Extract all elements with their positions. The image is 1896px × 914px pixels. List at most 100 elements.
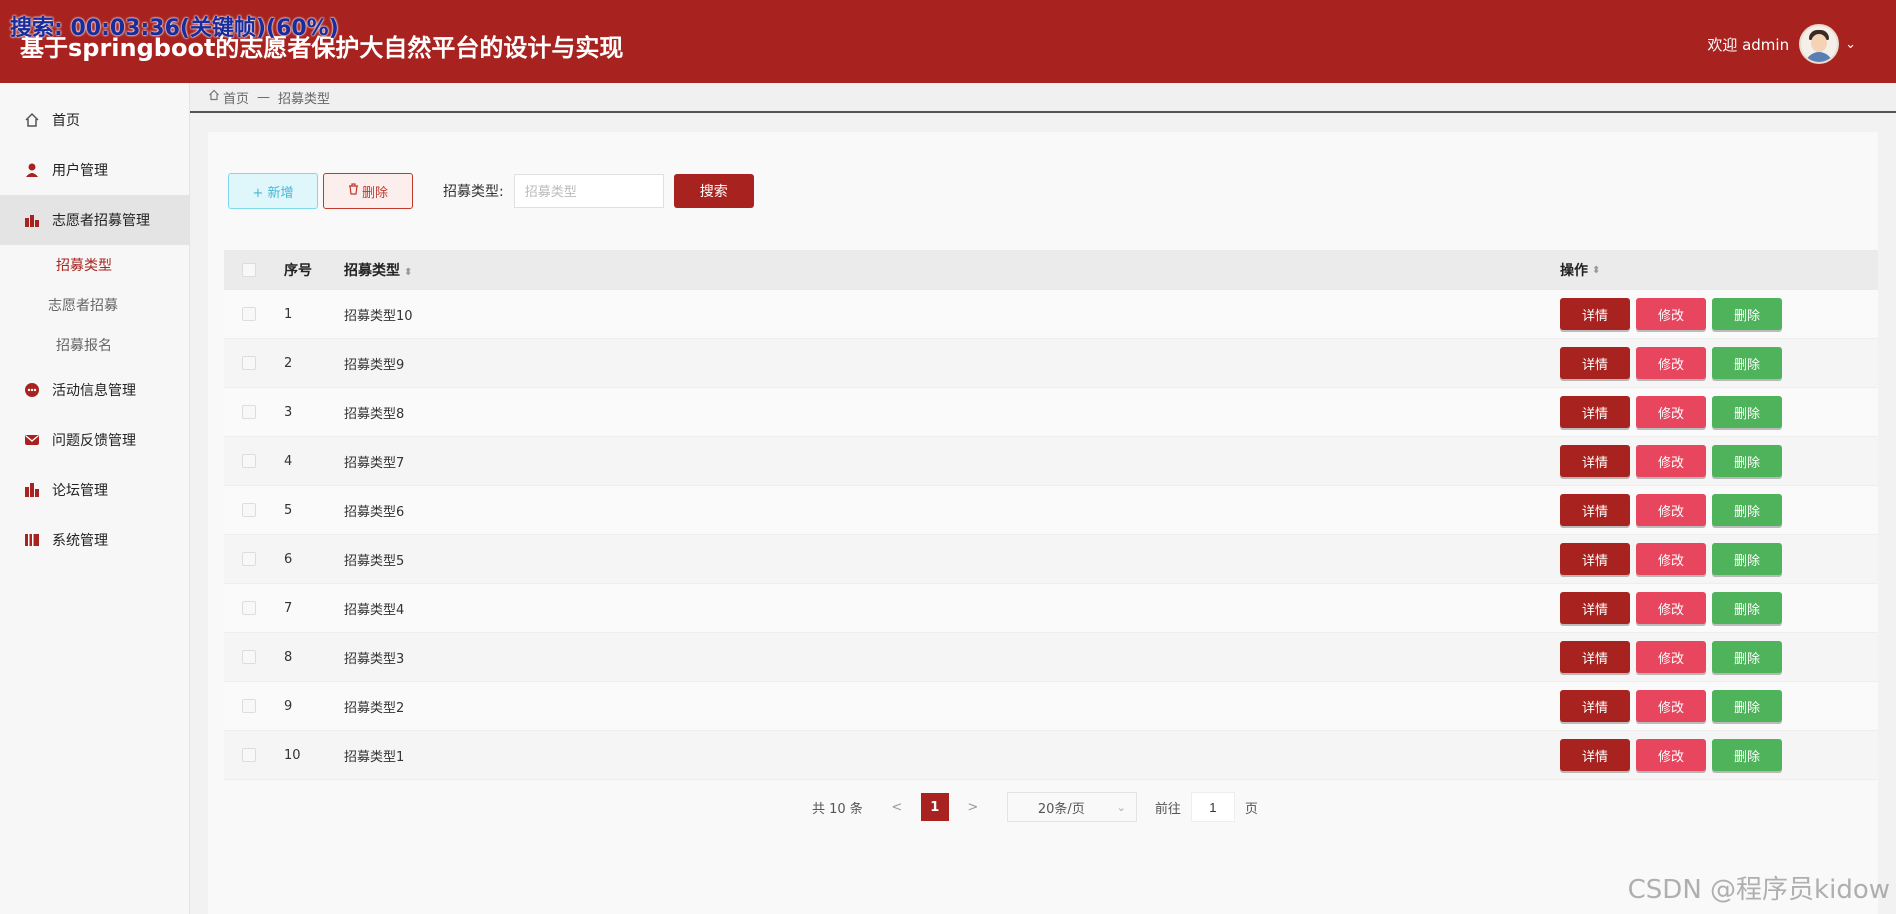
edit-button[interactable]: 修改	[1636, 347, 1706, 379]
edit-button[interactable]: 修改	[1636, 445, 1706, 477]
edit-button[interactable]: 修改	[1636, 592, 1706, 624]
row-checkbox[interactable]	[242, 552, 256, 566]
delete-button[interactable]: 删除	[1712, 592, 1782, 624]
row-index: 10	[284, 747, 301, 763]
forum-icon	[24, 482, 40, 498]
chevron-down-icon[interactable]: ⌄	[1845, 37, 1856, 52]
search-input[interactable]	[513, 174, 664, 208]
sidebar-subitem-volunteer-recruit[interactable]: 志愿者招募	[0, 285, 189, 325]
detail-button[interactable]: 详情	[1560, 641, 1630, 673]
sidebar-item-home[interactable]: 首页	[0, 95, 189, 145]
sidebar-item-label: 活动信息管理	[52, 383, 136, 399]
sidebar-item-label: 系统管理	[52, 533, 108, 549]
detail-button[interactable]: 详情	[1560, 739, 1630, 771]
row-actions: 详情 修改 删除	[1560, 298, 1870, 330]
row-checkbox[interactable]	[242, 307, 256, 321]
page-1-button[interactable]: 1	[920, 793, 949, 821]
trash-icon	[348, 183, 359, 199]
row-actions: 详情 修改 删除	[1560, 347, 1870, 379]
home-icon[interactable]	[208, 89, 220, 105]
sidebar-item-forum[interactable]: 论坛管理	[0, 465, 189, 515]
delete-button[interactable]: 删除	[1712, 494, 1782, 526]
delete-button[interactable]: 删除	[1712, 396, 1782, 428]
row-index: 6	[284, 551, 293, 567]
row-checkbox[interactable]	[242, 454, 256, 468]
page-size-select[interactable]: 20条/页 ⌄	[1006, 792, 1137, 822]
row-checkbox[interactable]	[242, 650, 256, 664]
edit-button[interactable]: 修改	[1636, 543, 1706, 575]
edit-button[interactable]: 修改	[1636, 298, 1706, 330]
header-ops-label: 操作	[1560, 263, 1588, 279]
chart-icon	[24, 212, 40, 228]
table-row: 4 招募类型7 详情 修改 删除	[224, 437, 1878, 486]
sidebar-item-feedback[interactable]: 问题反馈管理	[0, 415, 189, 465]
sort-icon[interactable]: ⬍	[1592, 265, 1600, 276]
user-icon	[24, 162, 40, 178]
sidebar-item-activity[interactable]: 活动信息管理	[0, 365, 189, 415]
edit-button[interactable]: 修改	[1636, 690, 1706, 722]
edit-button[interactable]: 修改	[1636, 396, 1706, 428]
batch-delete-button[interactable]: 删除	[323, 173, 413, 209]
sidebar-item-recruitment[interactable]: 志愿者招募管理	[0, 195, 189, 245]
table-row: 2 招募类型9 详情 修改 删除	[224, 339, 1878, 388]
delete-button[interactable]: 删除	[1712, 690, 1782, 722]
delete-button[interactable]: 删除	[1712, 445, 1782, 477]
row-actions: 详情 修改 删除	[1560, 494, 1870, 526]
header-ops: 操作 ⬍	[1560, 260, 1870, 280]
next-page-button[interactable]: >	[959, 793, 987, 821]
prev-page-button[interactable]: <	[883, 793, 911, 821]
detail-button[interactable]: 详情	[1560, 396, 1630, 428]
row-checkbox[interactable]	[242, 699, 256, 713]
detail-button[interactable]: 详情	[1560, 347, 1630, 379]
avatar[interactable]	[1799, 24, 1840, 64]
page-size-value: 20条/页	[1037, 801, 1085, 817]
delete-button[interactable]: 删除	[1712, 739, 1782, 771]
detail-button[interactable]: 详情	[1560, 690, 1630, 722]
detail-button[interactable]: 详情	[1560, 494, 1630, 526]
edit-button[interactable]: 修改	[1636, 641, 1706, 673]
search-label: 招募类型:	[443, 184, 504, 200]
detail-button[interactable]: 详情	[1560, 543, 1630, 575]
row-index: 3	[284, 404, 293, 420]
sort-icon[interactable]: ⬍	[404, 267, 412, 278]
delete-button[interactable]: 删除	[1712, 347, 1782, 379]
detail-button[interactable]: 详情	[1560, 592, 1630, 624]
row-type: 招募类型4	[344, 602, 405, 618]
delete-button[interactable]: 删除	[1712, 543, 1782, 575]
row-index: 9	[284, 698, 293, 714]
delete-button[interactable]: 删除	[1712, 298, 1782, 330]
breadcrumb-current: 招募类型	[278, 91, 331, 107]
sidebar-subitem-recruit-type[interactable]: 招募类型	[0, 245, 189, 285]
header-type[interactable]: 招募类型 ⬍	[334, 260, 1560, 280]
user-menu[interactable]: 欢迎 admin ⌄	[1707, 24, 1856, 64]
row-checkbox[interactable]	[242, 601, 256, 615]
edit-button[interactable]: 修改	[1636, 739, 1706, 771]
row-checkbox[interactable]	[242, 405, 256, 419]
select-all-checkbox[interactable]	[242, 263, 256, 277]
row-index: 8	[284, 649, 293, 665]
add-button[interactable]: + 新增	[228, 173, 318, 209]
row-index: 1	[284, 306, 293, 322]
row-actions: 详情 修改 删除	[1560, 543, 1870, 575]
goto-label: 前往	[1154, 801, 1181, 817]
breadcrumb-home[interactable]: 首页	[223, 88, 249, 107]
row-checkbox[interactable]	[242, 748, 256, 762]
detail-button[interactable]: 详情	[1560, 445, 1630, 477]
table-row: 1 招募类型10 详情 修改 删除	[224, 290, 1878, 339]
chat-icon	[24, 382, 40, 398]
row-checkbox[interactable]	[242, 503, 256, 517]
detail-button[interactable]: 详情	[1560, 298, 1630, 330]
delete-button[interactable]: 删除	[1712, 641, 1782, 673]
main-content: + 新增 删除 招募类型: 搜索 序号 招募类型⬍ 操作⬍ 1招募类型10详情修…	[208, 132, 1878, 914]
sidebar-item-users[interactable]: 用户管理	[0, 145, 189, 195]
sidebar-item-system[interactable]: 系统管理	[0, 515, 189, 565]
row-checkbox[interactable]	[242, 356, 256, 370]
goto-page-input[interactable]	[1190, 792, 1235, 822]
batch-delete-label: 删除	[361, 185, 388, 201]
row-type: 招募类型8	[344, 406, 405, 422]
search-button[interactable]: 搜索	[673, 174, 754, 208]
sidebar-subitem-recruit-signup[interactable]: 招募报名	[0, 325, 189, 365]
video-status-overlay: 搜索: 00:03:36(关键帧)(60%)	[10, 16, 339, 41]
edit-button[interactable]: 修改	[1636, 494, 1706, 526]
row-actions: 详情 修改 删除	[1560, 641, 1870, 673]
